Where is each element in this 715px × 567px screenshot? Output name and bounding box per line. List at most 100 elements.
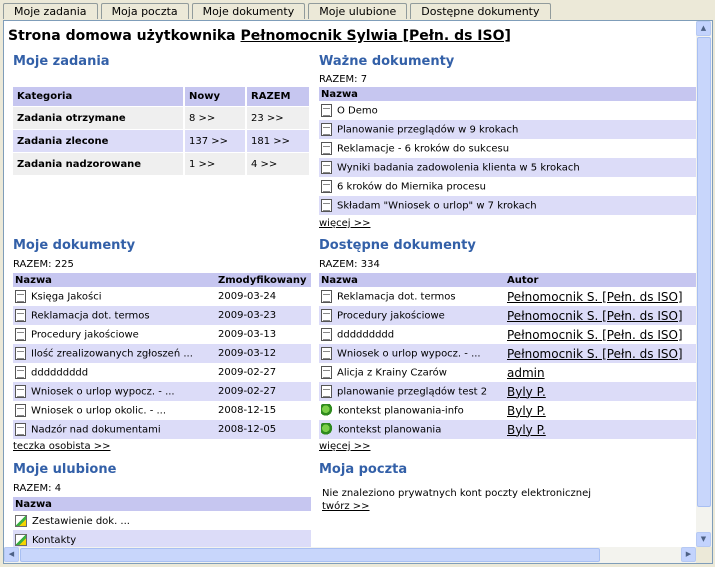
col-kategoria: Kategoria xyxy=(13,87,185,106)
tab-dostepne-dokumenty[interactable]: Dostępne dokumenty xyxy=(410,3,551,19)
author-link[interactable]: admin xyxy=(507,366,545,380)
document-link[interactable]: Reklamacja dot. termos xyxy=(31,311,150,322)
table-row[interactable]: ddddddddd 2009-02-27 xyxy=(13,363,311,382)
document-link[interactable]: Nadzór nad dokumentami xyxy=(31,425,161,436)
author-link[interactable]: Pełnomocnik S. [Pełn. ds ISO] xyxy=(507,290,683,304)
document-icon xyxy=(15,347,26,360)
author-link[interactable]: Byly P. xyxy=(507,385,546,399)
scroll-right-icon[interactable]: ▶ xyxy=(681,547,696,562)
table-row[interactable]: Procedury jakościowe Pełnomocnik S. [Pełn… xyxy=(319,306,696,325)
important-docs-title: Ważne dokumenty xyxy=(319,54,455,69)
table-row[interactable]: kontekst planowania-info Byly P. xyxy=(319,401,696,420)
author-link[interactable]: Pełnomocnik S. [Pełn. ds ISO] xyxy=(507,328,683,342)
table-row[interactable]: ddddddddd Pełnomocnik S. [Pełn. ds ISO] xyxy=(319,325,696,344)
horizontal-scroll-thumb[interactable] xyxy=(20,548,600,562)
table-row[interactable]: Wniosek o urlop okolic. - ... 2008-12-15 xyxy=(13,401,311,420)
document-link[interactable]: kontekst planowania-info xyxy=(338,406,464,417)
col-nazwa: Nazwa xyxy=(13,273,216,287)
personal-folder-link[interactable]: teczka osobista >> xyxy=(13,441,111,452)
important-more-link[interactable]: więcej >> xyxy=(319,218,370,229)
document-link[interactable]: ddddddddd xyxy=(337,330,394,341)
table-row[interactable]: Księga Jakości 2009-03-24 xyxy=(13,287,311,306)
table-row[interactable]: Składam "Wniosek o urlop" w 7 krokach xyxy=(319,196,696,215)
modified-date: 2009-03-24 xyxy=(218,291,277,302)
table-row[interactable]: Procedury jakościowe 2009-03-13 xyxy=(13,325,311,344)
document-icon xyxy=(321,180,332,193)
tab-moja-poczta[interactable]: Moja poczta xyxy=(100,3,189,19)
scroll-up-icon[interactable]: ▲ xyxy=(696,21,711,36)
favorite-link[interactable]: Zestawienie dok. ... xyxy=(32,516,130,527)
author-link[interactable]: Byly P. xyxy=(507,404,546,418)
table-row[interactable]: Reklamacja dot. termos 2009-03-23 xyxy=(13,306,311,325)
document-link[interactable]: ddddddddd xyxy=(31,368,88,379)
content-frame: Strona domowa użytkownika Pełnomocnik Sy… xyxy=(3,20,713,564)
table-row[interactable]: Planowanie przeglądów w 9 krokach xyxy=(319,120,696,139)
document-link[interactable]: Wniosek o urlop wypocz. - ... xyxy=(337,349,481,360)
mail-empty-message: Nie znaleziono prywatnych kont poczty el… xyxy=(322,488,592,499)
create-mail-account-link[interactable]: twórz >> xyxy=(322,501,370,512)
document-link[interactable]: Ilość zrealizowanych zgłoszeń ... xyxy=(31,349,193,360)
document-link[interactable]: 6 kroków do Miernika procesu xyxy=(337,182,486,193)
task-total-link[interactable]: 23 >> xyxy=(247,106,311,129)
mail-title: Moja poczta xyxy=(319,462,408,477)
table-row: Zadania nadzorowane 1 >> 4 >> xyxy=(13,152,311,175)
table-row[interactable]: Kontakty xyxy=(13,530,311,547)
document-link[interactable]: O Demo xyxy=(337,106,378,117)
my-docs-title: Moje dokumenty xyxy=(13,238,136,253)
available-more-link[interactable]: więcej >> xyxy=(319,441,370,452)
table-row[interactable]: Ilość zrealizowanych zgłoszeń ... 2009-03… xyxy=(13,344,311,363)
tab-moje-ulubione[interactable]: Moje ulubione xyxy=(308,3,408,19)
table-row[interactable]: Zestawienie dok. ... xyxy=(13,511,311,530)
document-link[interactable]: Alicja z Krainy Czarów xyxy=(337,368,447,379)
table-row[interactable]: Wyniki badania zadowolenia klienta w 5 k… xyxy=(319,158,696,177)
task-new-link[interactable]: 1 >> xyxy=(185,152,247,175)
document-icon xyxy=(321,366,332,379)
document-link[interactable]: Planowanie przeglądów w 9 krokach xyxy=(337,125,518,136)
document-link[interactable]: Wyniki badania zadowolenia klienta w 5 k… xyxy=(337,163,580,174)
author-link[interactable]: Byly P. xyxy=(507,423,546,437)
table-row[interactable]: planowanie przeglądów test 2 Byly P. xyxy=(319,382,696,401)
author-link[interactable]: Pełnomocnik S. [Pełn. ds ISO] xyxy=(507,309,683,323)
tab-moje-zadania[interactable]: Moje zadania xyxy=(3,3,98,19)
task-total-link[interactable]: 181 >> xyxy=(247,129,311,152)
favorite-link[interactable]: Kontakty xyxy=(32,535,76,546)
document-link[interactable]: Wniosek o urlop okolic. - ... xyxy=(31,406,166,417)
table-row[interactable]: Nadzór nad dokumentami 2008-12-05 xyxy=(13,420,311,439)
horizontal-scrollbar[interactable]: ◀ ▶ xyxy=(4,547,696,563)
table-row: Zadania zlecone 137 >> 181 >> xyxy=(13,129,311,152)
document-link[interactable]: Reklamacja dot. termos xyxy=(337,292,456,303)
task-new-link[interactable]: 8 >> xyxy=(185,106,247,129)
document-link[interactable]: Reklamacje - 6 kroków do sukcesu xyxy=(337,144,509,155)
vertical-scrollbar[interactable]: ▲ ▼ xyxy=(696,21,712,547)
table-row[interactable]: Alicja z Krainy Czarów admin xyxy=(319,363,696,382)
document-link[interactable]: planowanie przeglądów test 2 xyxy=(337,387,487,398)
table-row[interactable]: O Demo xyxy=(319,101,696,120)
table-row: Zadania otrzymane 8 >> 23 >> xyxy=(13,106,311,129)
tab-moje-dokumenty[interactable]: Moje dokumenty xyxy=(191,3,306,19)
document-link[interactable]: Procedury jakościowe xyxy=(31,330,139,341)
user-link[interactable]: Pełnomocnik Sylwia [Pełn. ds ISO] xyxy=(241,28,511,44)
table-row[interactable]: Wniosek o urlop wypocz. - ... 2009-02-27 xyxy=(13,382,311,401)
table-row[interactable]: Reklamacje - 6 kroków do sukcesu xyxy=(319,139,696,158)
document-link[interactable]: kontekst planowania xyxy=(338,425,441,436)
document-link[interactable]: Wniosek o urlop wypocz. - ... xyxy=(31,387,175,398)
table-row[interactable]: kontekst planowania Byly P. xyxy=(319,420,696,439)
table-row[interactable]: 6 kroków do Miernika procesu xyxy=(319,177,696,196)
table-row[interactable]: Reklamacja dot. termos Pełnomocnik S. [Pe… xyxy=(319,287,696,306)
document-link[interactable]: Procedury jakościowe xyxy=(337,311,445,322)
document-icon xyxy=(15,385,26,398)
author-link[interactable]: Pełnomocnik S. [Pełn. ds ISO] xyxy=(507,347,683,361)
vertical-scroll-thumb[interactable] xyxy=(697,37,711,507)
task-new-link[interactable]: 137 >> xyxy=(185,129,247,152)
task-category: Zadania otrzymane xyxy=(13,106,185,129)
important-docs-total: RAZEM: 7 xyxy=(319,74,368,85)
scroll-down-icon[interactable]: ▼ xyxy=(696,532,711,547)
my-docs-total: RAZEM: 225 xyxy=(13,259,74,270)
document-link[interactable]: Księga Jakości xyxy=(31,292,101,303)
favorites-title: Moje ulubione xyxy=(13,462,117,477)
document-link[interactable]: Składam "Wniosek o urlop" w 7 krokach xyxy=(337,201,537,212)
scroll-left-icon[interactable]: ◀ xyxy=(4,547,19,562)
task-total-link[interactable]: 4 >> xyxy=(247,152,311,175)
table-row[interactable]: Wniosek o urlop wypocz. - ... Pełnomocnik… xyxy=(319,344,696,363)
col-nazwa: Nazwa xyxy=(13,497,311,511)
